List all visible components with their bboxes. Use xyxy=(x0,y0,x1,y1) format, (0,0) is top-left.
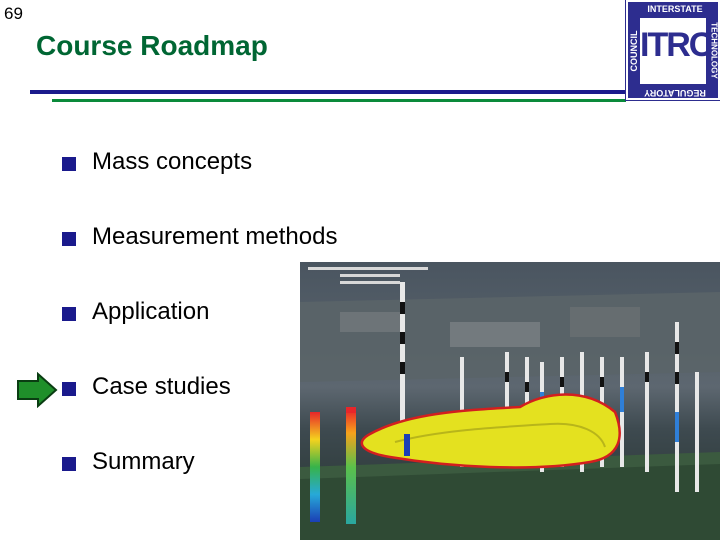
itrc-logo: INTERSTATE COUNCIL TECHNOLOGY ITRC REGUL… xyxy=(625,0,720,101)
list-item[interactable]: Application xyxy=(62,298,337,373)
plume-model-image xyxy=(300,262,720,540)
bullet-label: Measurement methods xyxy=(92,223,338,250)
bullet-label: Summary xyxy=(92,448,195,475)
list-item[interactable]: Summary xyxy=(62,448,337,523)
logo-text-left: COUNCIL xyxy=(629,30,639,72)
slide-number: 69 xyxy=(4,4,23,23)
title-rule-blue xyxy=(30,90,626,94)
bullet-label: Mass concepts xyxy=(92,148,253,175)
roadmap-list: Mass concepts Measurement methods Applic… xyxy=(62,148,337,523)
logo-text-bottom: REGULATORY xyxy=(644,88,706,98)
square-bullet-icon xyxy=(62,232,76,246)
bullet-label: Case studies xyxy=(92,373,231,400)
square-bullet-icon xyxy=(62,157,76,171)
list-item[interactable]: Case studies xyxy=(62,373,337,448)
logo-main-text: ITRC xyxy=(640,26,713,64)
list-item[interactable]: Mass concepts xyxy=(62,148,337,223)
logo-badge: ITRC xyxy=(640,18,713,84)
square-bullet-icon xyxy=(62,457,76,471)
list-item[interactable]: Measurement methods xyxy=(62,223,337,298)
title-rule-green xyxy=(52,99,626,102)
logo-text-top: INTERSTATE xyxy=(647,4,703,14)
page-title: Course Roadmap xyxy=(36,30,268,61)
right-arrow-icon xyxy=(17,372,58,408)
bullet-label: Application xyxy=(92,298,210,325)
square-bullet-icon xyxy=(62,307,76,321)
square-bullet-icon xyxy=(62,382,76,396)
